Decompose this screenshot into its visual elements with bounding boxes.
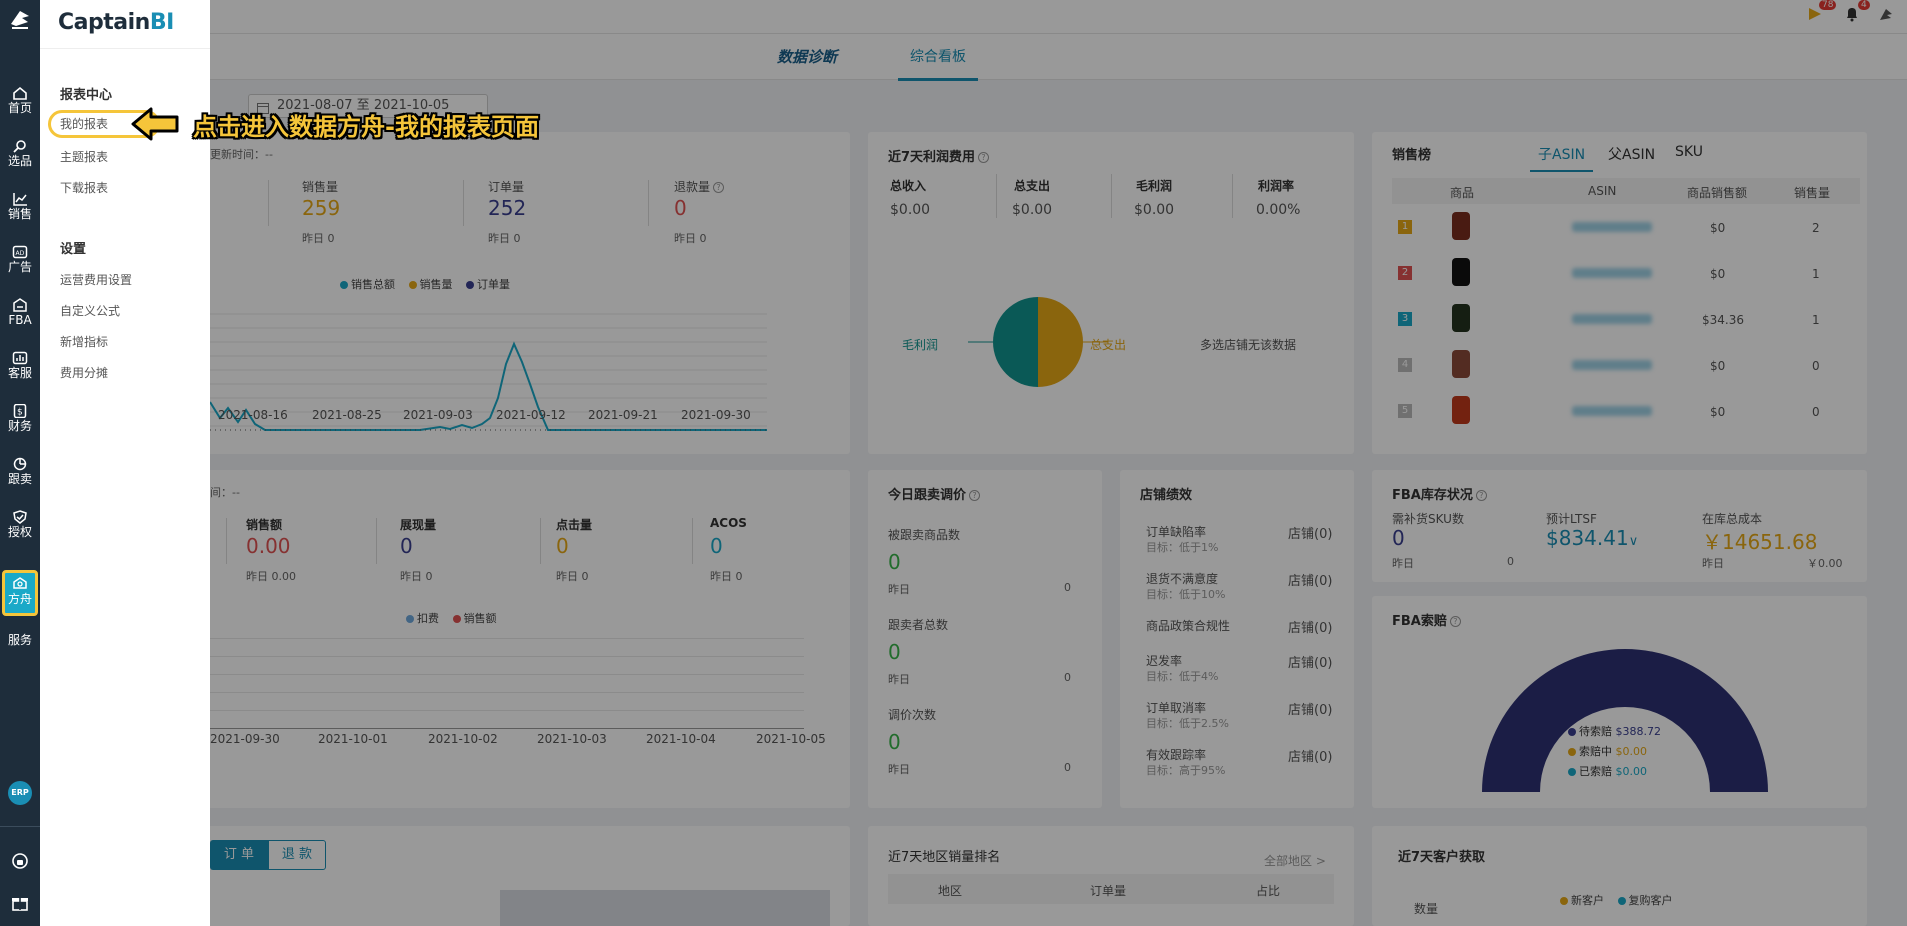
menu-operating-cost-settings[interactable]: 运营费用设置 (60, 271, 132, 288)
report-center-title: 报表中心 (60, 88, 113, 103)
arrow-left-icon (130, 106, 180, 145)
settings-title: 设置 (60, 242, 87, 257)
rail-item-ark[interactable]: 方舟 (2, 570, 38, 616)
rail-item-label: 客服 (7, 366, 32, 380)
rail-item-sales[interactable]: 销售 (0, 186, 40, 232)
brand-divider (40, 48, 210, 49)
rail-item-label: 首页 (7, 101, 32, 115)
search-icon (13, 140, 26, 153)
rail-item-label: 财务 (7, 419, 32, 433)
ark-icon (13, 577, 27, 589)
app-root: { "brand": {"name_main": "Captain", "nam… (0, 0, 1907, 926)
erp-badge[interactable]: ERP (8, 781, 32, 805)
menu-cost-allocation[interactable]: 费用分摊 (60, 364, 108, 381)
rail-item-label: 跟卖 (7, 472, 32, 486)
warehouse-icon (13, 298, 27, 312)
ad-icon: AD (12, 245, 28, 259)
rail-item-label: 广告 (7, 260, 32, 274)
bar-chart-icon (12, 351, 28, 365)
line-chart-icon (13, 193, 27, 206)
menu-custom-formula[interactable]: 自定义公式 (60, 302, 120, 319)
svg-text:AD: AD (16, 250, 25, 257)
menu-download-reports[interactable]: 下载报表 (60, 179, 108, 196)
rail-item-label: 选品 (7, 154, 32, 168)
rail-item-home[interactable]: 首页 (0, 80, 40, 126)
pie-icon (13, 457, 27, 471)
rail-item-label: 服务 (7, 633, 32, 647)
rail-item-follow-sell[interactable]: 跟卖 (0, 451, 40, 497)
rail-item-finance[interactable]: $ 财务 (0, 398, 40, 444)
menu-theme-reports[interactable]: 主题报表 (60, 148, 108, 165)
rail-item-selection[interactable]: 选品 (0, 133, 40, 179)
rail-item-service[interactable]: 服务 (0, 630, 40, 676)
rail-item-label: FBA (8, 313, 32, 327)
shield-check-icon (13, 510, 27, 524)
rail-item-label: 授权 (7, 525, 32, 539)
left-nav-rail: 首页 选品 销售 AD 广告 FBA 客服 $ 财务 跟卖 授权 方舟 服务 E… (0, 0, 40, 926)
captain-logo-icon[interactable] (8, 8, 32, 33)
rail-item-label: 销售 (7, 207, 32, 221)
ark-drawer-menu: CaptainBI 报表中心 我的报表 主题报表 下载报表 设置 运营费用设置 … (40, 0, 210, 926)
svg-text:$: $ (17, 408, 23, 418)
rail-item-label: 方舟 (7, 592, 32, 606)
brand-logo[interactable]: CaptainBI (58, 10, 174, 35)
rail-item-service-desk[interactable]: 客服 (0, 345, 40, 391)
rail-item-ads[interactable]: AD 广告 (0, 239, 40, 285)
dollar-icon: $ (13, 404, 27, 418)
rail-divider (0, 826, 40, 827)
gift-icon[interactable] (11, 894, 29, 912)
home-icon (13, 86, 27, 100)
menu-new-metric[interactable]: 新增指标 (60, 333, 108, 350)
headset-icon[interactable] (11, 852, 29, 870)
rail-item-fba[interactable]: FBA (0, 292, 40, 338)
rail-item-authorize[interactable]: 授权 (0, 504, 40, 550)
callout-instruction: 点击进入数据方舟-我的报表页面 (193, 113, 539, 141)
